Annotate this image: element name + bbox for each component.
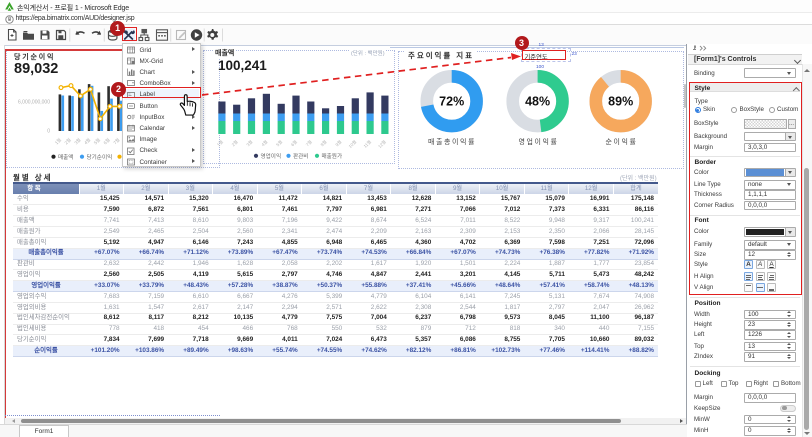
svg-text:11월: 11월 <box>362 138 373 149</box>
svg-text:4월: 4월 <box>260 138 270 148</box>
svg-text:4월: 4월 <box>82 136 92 146</box>
svg-text:10월: 10월 <box>347 138 358 149</box>
svg-text:89%: 89% <box>608 95 633 109</box>
svg-text:8월: 8월 <box>319 138 329 148</box>
svg-text:7월: 7월 <box>112 136 122 146</box>
svg-text:판관비: 판관비 <box>293 152 308 160</box>
svg-text:영업이익: 영업이익 <box>261 152 282 160</box>
svg-text:7월: 7월 <box>304 138 314 148</box>
svg-text:5월: 5월 <box>274 138 284 148</box>
svg-text:6,000,000,000: 6,000,000,000 <box>18 100 50 106</box>
svg-text:12월: 12월 <box>376 138 387 149</box>
svg-text:당기순이익: 당기순이익 <box>87 153 113 161</box>
svg-text:1월: 1월 <box>215 138 225 148</box>
svg-text:1월: 1월 <box>53 136 63 146</box>
svg-text:3월: 3월 <box>73 136 83 146</box>
svg-text:매출액: 매출액 <box>58 153 73 161</box>
svg-text:6월: 6월 <box>289 138 299 148</box>
svg-text:3월: 3월 <box>245 138 255 148</box>
svg-text:2월: 2월 <box>230 138 240 148</box>
svg-text:2월: 2월 <box>63 136 73 146</box>
svg-text:0: 0 <box>47 129 50 135</box>
svg-text:5월: 5월 <box>92 136 102 146</box>
svg-text:6월: 6월 <box>102 136 112 146</box>
svg-text:9월: 9월 <box>334 138 344 148</box>
svg-text:매출원가: 매출원가 <box>322 152 343 160</box>
